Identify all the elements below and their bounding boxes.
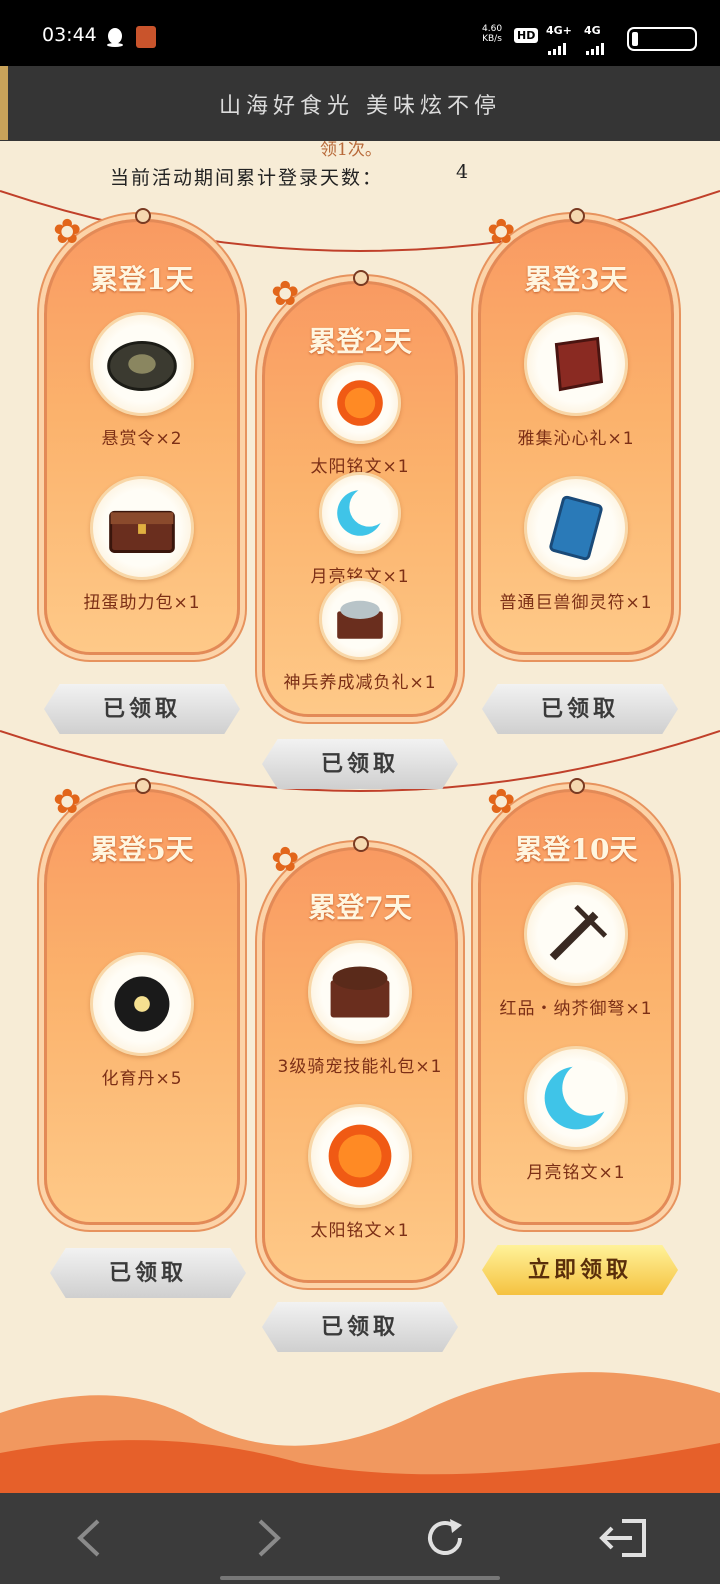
chest-icon: [90, 476, 194, 580]
reward-item[interactable]: 月亮铭文×1: [265, 472, 455, 587]
maple-leaf-icon: ✿: [271, 274, 300, 314]
card-title: 累登5天: [90, 833, 194, 866]
maple-leaf-icon: ✿: [53, 782, 82, 822]
bottom-decoration: [0, 1372, 720, 1493]
partial-text: 领1次。: [320, 141, 382, 160]
game-app-icon: [136, 26, 156, 48]
card-title: 累登2天: [308, 325, 412, 358]
reward-card-day3: ✿ 累登3天 雅集沁心礼×1 普通巨兽御灵符×1: [478, 208, 674, 655]
claimed-button-day2[interactable]: 已领取: [262, 739, 458, 789]
hang-ring: [353, 270, 369, 286]
reward-item[interactable]: 悬赏令×2: [47, 312, 237, 449]
item-label: 扭蛋助力包×1: [83, 593, 201, 613]
reward-item[interactable]: 扭蛋助力包×1: [47, 476, 237, 613]
page-title: 山海好食光 美味炫不停: [219, 94, 501, 119]
maple-leaf-icon: ✿: [487, 782, 516, 822]
claimed-button-day7[interactable]: 已领取: [262, 1302, 458, 1352]
hang-ring: [569, 208, 585, 224]
hang-ring: [569, 778, 585, 794]
claimed-button-day3[interactable]: 已领取: [482, 684, 678, 734]
reward-card-day5: ✿ 累登5天 化育丹×5: [44, 778, 240, 1225]
sun-icon: [308, 1104, 412, 1208]
maple-leaf-icon: ✿: [487, 212, 516, 252]
claim-now-button-day10[interactable]: 立即领取: [482, 1245, 678, 1295]
home-indicator[interactable]: [220, 1576, 500, 1580]
title-bar: 山海好食光 美味炫不停: [0, 66, 720, 141]
reward-item[interactable]: 太阳铭文×1: [265, 362, 455, 477]
status-bar: 03:44 4.60 KB/s HD 4G+ 4G: [0, 0, 720, 66]
hang-ring: [135, 208, 151, 224]
claimed-button-day1[interactable]: 已领取: [44, 684, 240, 734]
crossbow-icon: [524, 882, 628, 986]
item-label: 普通巨兽御灵符×1: [499, 593, 653, 613]
reward-item[interactable]: 神兵养成减负礼×1: [265, 578, 455, 693]
refresh-icon[interactable]: [420, 1513, 470, 1563]
claimed-button-day5[interactable]: 已领取: [50, 1248, 246, 1298]
reward-item[interactable]: 化育丹×5: [47, 952, 237, 1089]
card-title: 累登10天: [514, 833, 638, 866]
net-speed: 4.60 KB/s: [482, 24, 503, 44]
hang-ring: [135, 778, 151, 794]
reward-item[interactable]: 太阳铭文×1: [265, 1104, 455, 1241]
item-label: 太阳铭文×1: [310, 1221, 410, 1241]
signal-icon: [586, 36, 606, 55]
item-label: 3级骑宠技能礼包×1: [277, 1057, 443, 1077]
reward-item[interactable]: 雅集沁心礼×1: [481, 312, 671, 449]
back-icon[interactable]: [66, 1513, 116, 1563]
event-content[interactable]: 领1次。 当前活动期间累计登录天数： 4 ✿ 累登1天 悬赏令×2 扭蛋助力包×…: [0, 141, 720, 1493]
login-days-value: 4: [456, 161, 469, 183]
reward-card-day1: ✿ 累登1天 悬赏令×2 扭蛋助力包×1: [44, 208, 240, 655]
moon-icon: [319, 472, 401, 554]
exit-icon[interactable]: [598, 1513, 648, 1563]
book-icon: [524, 476, 628, 580]
reward-item[interactable]: 月亮铭文×1: [481, 1046, 671, 1183]
card-title: 累登3天: [524, 263, 628, 296]
card-title: 累登1天: [90, 263, 194, 296]
orb-icon: [90, 952, 194, 1056]
maple-leaf-icon: ✿: [53, 212, 82, 252]
qq-icon: [107, 28, 123, 47]
forward-icon[interactable]: [242, 1513, 292, 1563]
hd-badge: HD: [514, 28, 539, 43]
gem-icon: [524, 312, 628, 416]
reward-item[interactable]: 3级骑宠技能礼包×1: [265, 940, 455, 1077]
chest-icon: [319, 578, 401, 660]
item-label: 化育丹×5: [101, 1069, 183, 1089]
hang-ring: [353, 836, 369, 852]
reward-item[interactable]: 红品・纳芥御弩×1: [481, 882, 671, 1019]
battery-icon: [627, 27, 697, 51]
card-title: 累登7天: [308, 891, 412, 924]
item-label: 神兵养成减负礼×1: [283, 673, 437, 693]
reward-card-day10: ✿ 累登10天 红品・纳芥御弩×1 月亮铭文×1: [478, 778, 674, 1225]
token-icon: [90, 312, 194, 416]
signal-icon: [548, 36, 568, 55]
corner-decoration: [0, 66, 8, 140]
nav-bar: [0, 1493, 720, 1584]
reward-card-day2: ✿ 累登2天 太阳铭文×1 月亮铭文×1 神兵养成减负礼×1: [262, 270, 458, 717]
reward-item[interactable]: 普通巨兽御灵符×1: [481, 476, 671, 613]
status-time: 03:44: [42, 24, 97, 46]
moon-icon: [524, 1046, 628, 1150]
sun-icon: [319, 362, 401, 444]
maple-leaf-icon: ✿: [271, 840, 300, 880]
item-label: 红品・纳芥御弩×1: [499, 999, 653, 1019]
item-label: 悬赏令×2: [101, 429, 183, 449]
reward-card-day7: ✿ 累登7天 3级骑宠技能礼包×1 太阳铭文×1: [262, 836, 458, 1283]
item-label: 雅集沁心礼×1: [517, 429, 635, 449]
item-label: 月亮铭文×1: [526, 1163, 626, 1183]
chest-icon: [308, 940, 412, 1044]
